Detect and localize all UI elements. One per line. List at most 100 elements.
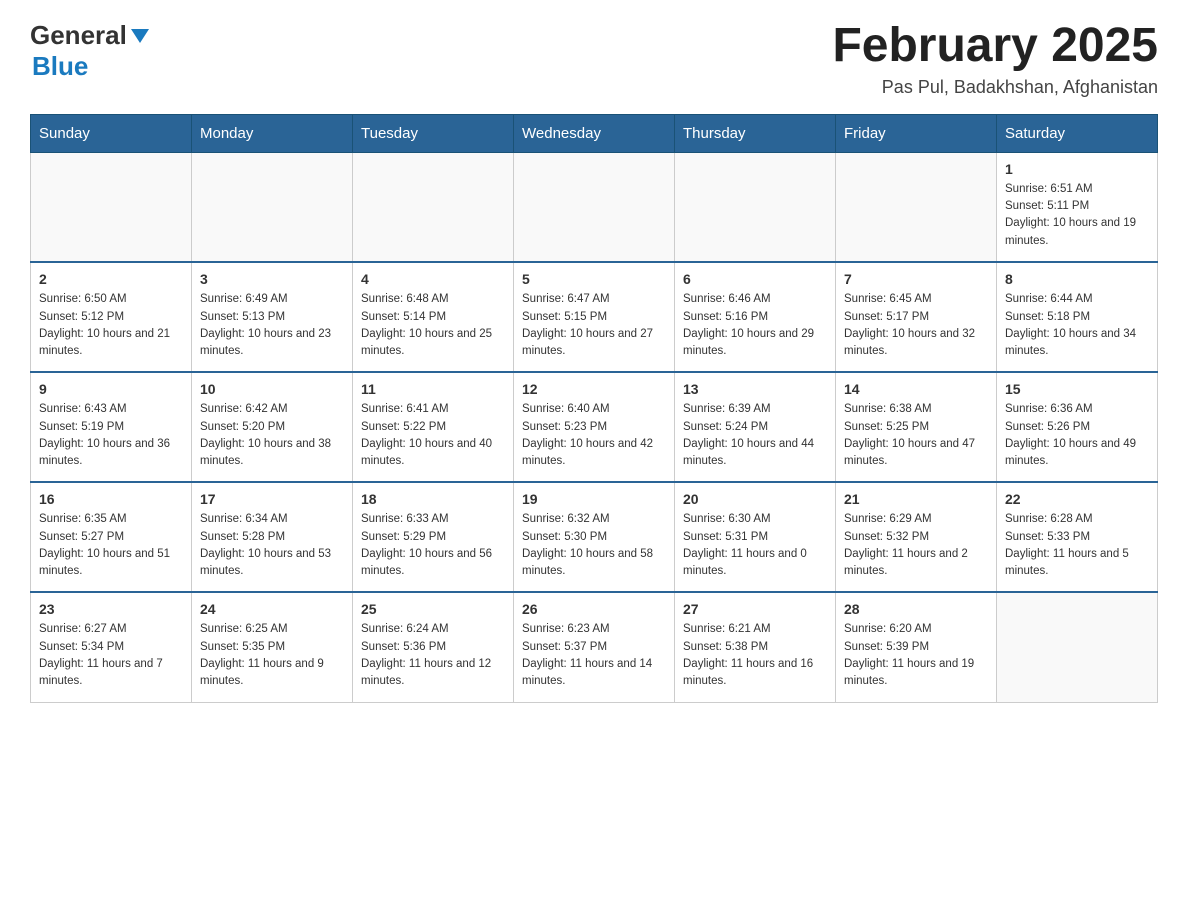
day-number: 16 [39, 491, 183, 507]
day-number: 9 [39, 381, 183, 397]
day-cell: 16 Sunrise: 6:35 AM Sunset: 5:27 PM Dayli… [31, 482, 192, 592]
day-number: 12 [522, 381, 666, 397]
day-info: Sunrise: 6:38 AM Sunset: 5:25 PM Dayligh… [844, 401, 988, 470]
day-info: Sunrise: 6:23 AM Sunset: 5:37 PM Dayligh… [522, 621, 666, 690]
day-cell: 4 Sunrise: 6:48 AM Sunset: 5:14 PM Daylig… [353, 262, 514, 372]
day-info: Sunrise: 6:47 AM Sunset: 5:15 PM Dayligh… [522, 291, 666, 360]
weekday-header-tuesday: Tuesday [353, 114, 514, 152]
day-cell: 10 Sunrise: 6:42 AM Sunset: 5:20 PM Dayli… [192, 372, 353, 482]
day-info: Sunrise: 6:46 AM Sunset: 5:16 PM Dayligh… [683, 291, 827, 360]
day-cell: 11 Sunrise: 6:41 AM Sunset: 5:22 PM Dayli… [353, 372, 514, 482]
day-info: Sunrise: 6:27 AM Sunset: 5:34 PM Dayligh… [39, 621, 183, 690]
day-info: Sunrise: 6:51 AM Sunset: 5:11 PM Dayligh… [1005, 181, 1149, 250]
day-info: Sunrise: 6:49 AM Sunset: 5:13 PM Dayligh… [200, 291, 344, 360]
day-cell [675, 152, 836, 262]
day-number: 2 [39, 271, 183, 287]
day-cell [353, 152, 514, 262]
day-number: 1 [1005, 161, 1149, 177]
day-cell: 24Sunrise: 6:25 AM Sunset: 5:35 PM Dayli… [192, 592, 353, 702]
day-info: Sunrise: 6:36 AM Sunset: 5:26 PM Dayligh… [1005, 401, 1149, 470]
day-cell [31, 152, 192, 262]
day-cell: 28Sunrise: 6:20 AM Sunset: 5:39 PM Dayli… [836, 592, 997, 702]
weekday-header-monday: Monday [192, 114, 353, 152]
day-number: 17 [200, 491, 344, 507]
day-cell: 25 Sunrise: 6:24 AM Sunset: 5:36 PM Dayli… [353, 592, 514, 702]
day-cell: 8 Sunrise: 6:44 AM Sunset: 5:18 PM Daylig… [997, 262, 1158, 372]
day-info: Sunrise: 6:45 AM Sunset: 5:17 PM Dayligh… [844, 291, 988, 360]
day-number: 15 [1005, 381, 1149, 397]
day-info: Sunrise: 6:42 AM Sunset: 5:20 PM Dayligh… [200, 401, 344, 470]
weekday-header-friday: Friday [836, 114, 997, 152]
day-cell: 20Sunrise: 6:30 AM Sunset: 5:31 PM Dayli… [675, 482, 836, 592]
week-row-5: 23 Sunrise: 6:27 AM Sunset: 5:34 PM Dayli… [31, 592, 1158, 702]
day-cell: 3Sunrise: 6:49 AM Sunset: 5:13 PM Daylig… [192, 262, 353, 372]
day-info: Sunrise: 6:44 AM Sunset: 5:18 PM Dayligh… [1005, 291, 1149, 360]
day-info: Sunrise: 6:24 AM Sunset: 5:36 PM Dayligh… [361, 621, 505, 690]
day-number: 18 [361, 491, 505, 507]
day-number: 25 [361, 601, 505, 617]
day-info: Sunrise: 6:28 AM Sunset: 5:33 PM Dayligh… [1005, 511, 1149, 580]
day-cell [192, 152, 353, 262]
day-info: Sunrise: 6:20 AM Sunset: 5:39 PM Dayligh… [844, 621, 988, 690]
logo: General Blue [30, 20, 149, 82]
weekday-header-thursday: Thursday [675, 114, 836, 152]
week-row-2: 2 Sunrise: 6:50 AM Sunset: 5:12 PM Daylig… [31, 262, 1158, 372]
day-number: 26 [522, 601, 666, 617]
day-info: Sunrise: 6:29 AM Sunset: 5:32 PM Dayligh… [844, 511, 988, 580]
day-info: Sunrise: 6:34 AM Sunset: 5:28 PM Dayligh… [200, 511, 344, 580]
weekday-header-row: SundayMondayTuesdayWednesdayThursdayFrid… [31, 114, 1158, 152]
day-cell: 17 Sunrise: 6:34 AM Sunset: 5:28 PM Dayli… [192, 482, 353, 592]
day-cell: 13 Sunrise: 6:39 AM Sunset: 5:24 PM Dayli… [675, 372, 836, 482]
day-cell: 12 Sunrise: 6:40 AM Sunset: 5:23 PM Dayli… [514, 372, 675, 482]
day-info: Sunrise: 6:39 AM Sunset: 5:24 PM Dayligh… [683, 401, 827, 470]
day-cell: 7Sunrise: 6:45 AM Sunset: 5:17 PM Daylig… [836, 262, 997, 372]
week-row-3: 9 Sunrise: 6:43 AM Sunset: 5:19 PM Daylig… [31, 372, 1158, 482]
day-number: 8 [1005, 271, 1149, 287]
day-number: 10 [200, 381, 344, 397]
day-cell: 5 Sunrise: 6:47 AM Sunset: 5:15 PM Daylig… [514, 262, 675, 372]
calendar-table: SundayMondayTuesdayWednesdayThursdayFrid… [30, 114, 1158, 703]
day-cell: 22 Sunrise: 6:28 AM Sunset: 5:33 PM Dayli… [997, 482, 1158, 592]
day-number: 4 [361, 271, 505, 287]
day-cell: 18Sunrise: 6:33 AM Sunset: 5:29 PM Dayli… [353, 482, 514, 592]
week-row-1: 1 Sunrise: 6:51 AM Sunset: 5:11 PM Daylig… [31, 152, 1158, 262]
day-cell: 26 Sunrise: 6:23 AM Sunset: 5:37 PM Dayli… [514, 592, 675, 702]
day-cell: 19 Sunrise: 6:32 AM Sunset: 5:30 PM Dayli… [514, 482, 675, 592]
day-number: 23 [39, 601, 183, 617]
weekday-header-saturday: Saturday [997, 114, 1158, 152]
day-info: Sunrise: 6:21 AM Sunset: 5:38 PM Dayligh… [683, 621, 827, 690]
day-cell: 9 Sunrise: 6:43 AM Sunset: 5:19 PM Daylig… [31, 372, 192, 482]
logo-triangle-icon [131, 29, 149, 43]
day-cell [997, 592, 1158, 702]
week-row-4: 16 Sunrise: 6:35 AM Sunset: 5:27 PM Dayli… [31, 482, 1158, 592]
day-cell: 14Sunrise: 6:38 AM Sunset: 5:25 PM Dayli… [836, 372, 997, 482]
day-cell: 15 Sunrise: 6:36 AM Sunset: 5:26 PM Dayli… [997, 372, 1158, 482]
day-number: 11 [361, 381, 505, 397]
weekday-header-wednesday: Wednesday [514, 114, 675, 152]
day-cell: 21Sunrise: 6:29 AM Sunset: 5:32 PM Dayli… [836, 482, 997, 592]
day-info: Sunrise: 6:30 AM Sunset: 5:31 PM Dayligh… [683, 511, 827, 580]
day-cell: 6 Sunrise: 6:46 AM Sunset: 5:16 PM Daylig… [675, 262, 836, 372]
logo-general: General [30, 20, 127, 51]
day-number: 5 [522, 271, 666, 287]
day-info: Sunrise: 6:43 AM Sunset: 5:19 PM Dayligh… [39, 401, 183, 470]
month-title: February 2025 [832, 20, 1158, 73]
day-info: Sunrise: 6:48 AM Sunset: 5:14 PM Dayligh… [361, 291, 505, 360]
day-info: Sunrise: 6:50 AM Sunset: 5:12 PM Dayligh… [39, 291, 183, 360]
day-number: 6 [683, 271, 827, 287]
day-info: Sunrise: 6:40 AM Sunset: 5:23 PM Dayligh… [522, 401, 666, 470]
day-info: Sunrise: 6:35 AM Sunset: 5:27 PM Dayligh… [39, 511, 183, 580]
day-number: 22 [1005, 491, 1149, 507]
day-cell: 27 Sunrise: 6:21 AM Sunset: 5:38 PM Dayli… [675, 592, 836, 702]
day-info: Sunrise: 6:41 AM Sunset: 5:22 PM Dayligh… [361, 401, 505, 470]
page-header: General Blue February 2025 Pas Pul, Bada… [30, 20, 1158, 98]
day-number: 27 [683, 601, 827, 617]
location: Pas Pul, Badakhshan, Afghanistan [832, 77, 1158, 98]
day-number: 19 [522, 491, 666, 507]
day-cell [514, 152, 675, 262]
day-number: 13 [683, 381, 827, 397]
day-cell [836, 152, 997, 262]
day-number: 24 [200, 601, 344, 617]
day-info: Sunrise: 6:32 AM Sunset: 5:30 PM Dayligh… [522, 511, 666, 580]
day-cell: 1 Sunrise: 6:51 AM Sunset: 5:11 PM Daylig… [997, 152, 1158, 262]
